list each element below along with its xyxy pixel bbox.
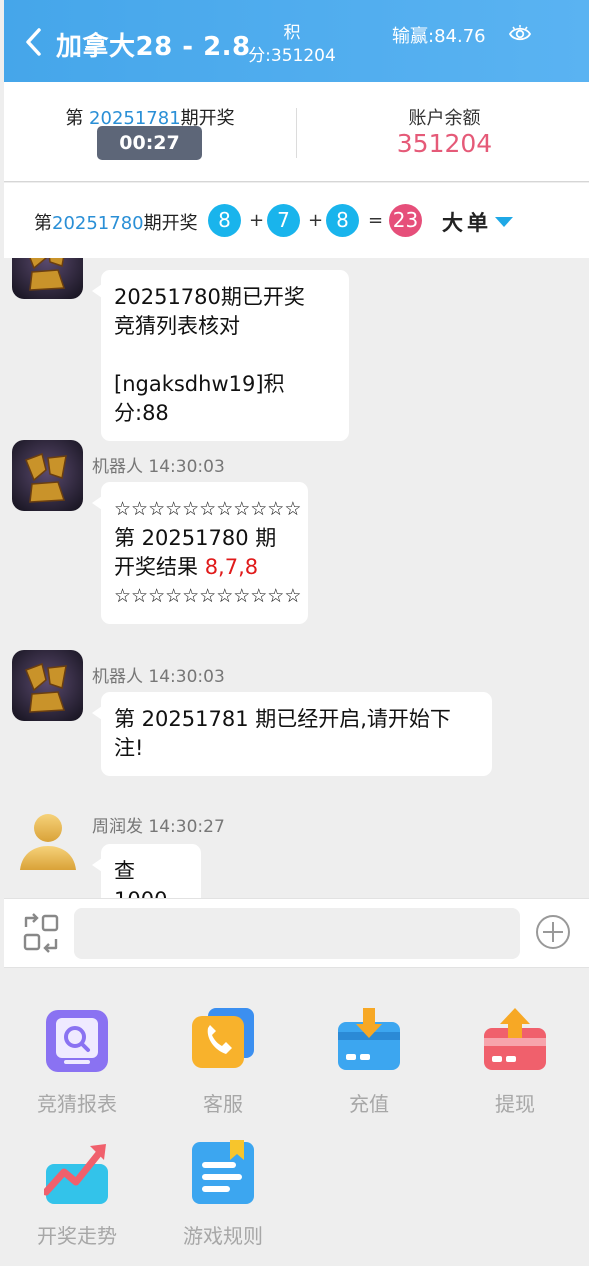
result-ball-1: 8 [208, 204, 241, 237]
countdown-timer: 00:27 [97, 126, 202, 160]
last-period-number: 20251780 [52, 213, 144, 234]
last-period: 第20251780期开奖 [34, 209, 198, 235]
report-icon [46, 1010, 108, 1072]
user-avatar-icon [20, 814, 76, 870]
message-author: 机器人 [92, 457, 143, 477]
last-result-bar: 第20251780期开奖 8 + 7 + 8 = 23 大单 [4, 183, 589, 258]
message-time: 14:30:03 [148, 457, 225, 477]
message-bubble: 第 20251781 期已经开启,请开始下 注! [92, 692, 492, 776]
customer-service-label: 客服 [203, 1092, 243, 1116]
plus-sign: + [308, 210, 324, 231]
current-period-prefix: 第 [65, 108, 84, 129]
game-logo-icon [12, 440, 83, 511]
message-line: 开奖结果 8,7,8 [114, 553, 295, 582]
rules-label: 游戏规则 [183, 1224, 263, 1248]
last-period-prefix: 第 [34, 213, 52, 234]
trend-button[interactable]: 开奖走势 [4, 1140, 150, 1266]
balance-label: 账户余额 [408, 108, 481, 129]
recharge-icon [338, 1008, 400, 1070]
result-label: 开奖结果 [114, 555, 205, 579]
message-meta: 周润发 14:30:27 [92, 812, 225, 837]
message-line: 第 20251781 期已经开启,请开始下 [114, 707, 451, 731]
robot-avatar [12, 650, 83, 721]
message-input[interactable] [74, 908, 520, 959]
winloss-display: 输赢:84.76 [392, 26, 486, 47]
chat-area[interactable]: 20251780期已开奖 竞猜列表核对 [ngaksdhw19]积分:88 机器… [4, 258, 589, 898]
stars-line: ☆☆☆☆☆☆☆☆☆☆☆ [114, 585, 302, 607]
withdraw-icon [484, 1008, 546, 1070]
result-ball-2: 7 [267, 204, 300, 237]
score-value: 分:351204 [248, 46, 336, 66]
result-numbers: 8,7,8 [204, 555, 259, 579]
rules-button[interactable]: 游戏规则 [150, 1140, 296, 1266]
report-label: 竞猜报表 [37, 1092, 117, 1116]
message-line: [ngaksdhw19]积分:88 [114, 372, 285, 425]
report-button[interactable]: 竞猜报表 [4, 1008, 150, 1138]
message-line: 20251780期已开奖 [114, 285, 305, 309]
message-time: 14:30:03 [148, 667, 225, 687]
plus-sign: + [249, 210, 265, 231]
customer-service-button[interactable]: 客服 [150, 1008, 296, 1138]
input-bar [4, 898, 589, 968]
message-bubble: ☆☆☆☆☆☆☆☆☆☆☆ 第 20251780 期 开奖结果 8,7,8 ☆☆☆☆… [92, 482, 308, 624]
message-line: 注! [114, 736, 144, 760]
score-label: 积 [283, 23, 301, 43]
message-time: 14:30:27 [148, 817, 225, 837]
trend-icon [44, 1144, 108, 1204]
recharge-label: 充值 [349, 1092, 389, 1116]
trend-label: 开奖走势 [37, 1224, 117, 1248]
rules-icon [192, 1140, 254, 1204]
message-meta: 机器人 14:30:03 [92, 662, 225, 687]
balance-value: 351204 [396, 129, 493, 158]
equals-sign: = [368, 210, 384, 231]
withdraw-button[interactable]: 提现 [442, 1008, 588, 1138]
user-avatar [12, 808, 83, 879]
message-author: 机器人 [92, 667, 143, 687]
period-bar: 第 20251781期开奖 00:27 账户余额 351204 [4, 82, 589, 182]
result-tags: 大单 [442, 211, 492, 235]
last-period-suffix: 期开奖 [143, 213, 198, 234]
add-icon[interactable] [534, 913, 572, 951]
robot-avatar [12, 440, 83, 511]
eye-icon[interactable] [508, 24, 532, 44]
game-logo-icon [12, 650, 83, 721]
result-sum-ball: 23 [389, 204, 422, 237]
back-arrow-icon[interactable] [20, 24, 46, 60]
app-frame: 加拿大28 - 2.8 积 分:351204 输赢:84.76 第 202517… [4, 0, 589, 1266]
robot-avatar [12, 258, 83, 299]
page-title: 加拿大28 - 2.8 [56, 32, 251, 62]
message-line: 竞猜列表核对 [114, 314, 240, 338]
message-bubble: 20251780期已开奖 竞猜列表核对 [ngaksdhw19]积分:88 [92, 270, 349, 441]
recharge-button[interactable]: 充值 [296, 1008, 442, 1138]
stars-line: ☆☆☆☆☆☆☆☆☆☆☆ [114, 498, 302, 520]
message-meta: 机器人 14:30:03 [92, 452, 225, 477]
result-ball-3: 8 [326, 204, 359, 237]
dropdown-triangle-icon[interactable] [494, 216, 514, 228]
score-display: 积 分:351204 [244, 22, 340, 68]
message-line: 第 20251780 期 [114, 526, 277, 550]
game-logo-icon [12, 258, 83, 299]
switch-icon[interactable] [22, 913, 60, 953]
customer-service-icon [192, 1008, 254, 1068]
message-bubble: 查1000 [92, 844, 201, 898]
withdraw-label: 提现 [495, 1092, 535, 1116]
top-header: 加拿大28 - 2.8 积 分:351204 输赢:84.76 [4, 0, 589, 82]
divider [296, 108, 297, 158]
message-author: 周润发 [92, 817, 143, 837]
